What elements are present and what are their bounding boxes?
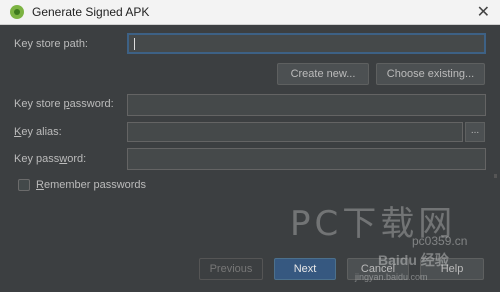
label-mnemonic: w <box>59 153 68 165</box>
title-bar: Generate Signed APK ✕ <box>0 0 500 25</box>
label-text: ey alias: <box>21 126 62 138</box>
remember-passwords-label[interactable]: Remember passwords <box>36 179 146 191</box>
label-mnemonic: R <box>36 179 44 191</box>
dialog-title: Generate Signed APK <box>32 5 150 19</box>
key-store-password-label: Key store password: <box>14 98 114 110</box>
key-store-password-input[interactable] <box>127 94 486 116</box>
watermark-url: pc0359.cn <box>412 234 468 248</box>
next-button[interactable]: Next <box>274 258 336 280</box>
key-store-path-label: Key store path: <box>14 38 88 50</box>
watermark-sub: jingyan.baidu.com <box>355 272 428 282</box>
label-text: Key pass <box>14 153 60 165</box>
key-password-label: Key password: <box>14 153 86 165</box>
resize-grip <box>494 174 497 178</box>
browse-key-alias-button[interactable]: ... <box>465 122 485 142</box>
close-icon[interactable]: ✕ <box>477 2 490 22</box>
key-store-path-input[interactable] <box>127 33 486 54</box>
watermark-logo: Baidu 经验 <box>378 252 449 268</box>
key-alias-input[interactable] <box>127 122 463 142</box>
label-text: emember passwords <box>43 179 147 191</box>
create-new-button[interactable]: Create new... <box>277 63 369 85</box>
remember-passwords-checkbox[interactable] <box>18 179 30 191</box>
key-password-input[interactable] <box>127 148 486 170</box>
generate-signed-apk-dialog: Generate Signed APK ✕ Key store path: Cr… <box>0 0 500 292</box>
label-text: Key store <box>14 98 64 110</box>
label-text: assword: <box>69 98 114 110</box>
label-text: ord: <box>67 153 87 165</box>
key-alias-label: Key alias: <box>14 126 62 138</box>
android-studio-icon <box>10 5 24 19</box>
previous-button[interactable]: Previous <box>199 258 263 280</box>
text-caret <box>134 38 135 50</box>
choose-existing-button[interactable]: Choose existing... <box>376 63 485 85</box>
